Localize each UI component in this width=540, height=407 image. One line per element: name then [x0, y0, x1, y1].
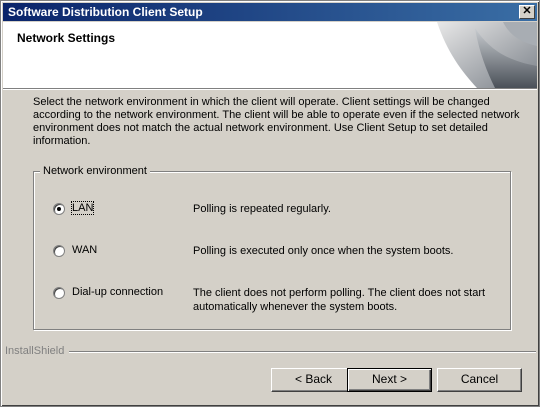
- cancel-button[interactable]: Cancel: [437, 368, 522, 392]
- option-label-lan[interactable]: LAN: [70, 201, 95, 215]
- close-icon: ✕: [522, 5, 532, 17]
- radio-selected-dot: [57, 207, 61, 211]
- radio-dialup[interactable]: [53, 287, 65, 299]
- option-description-dialup: The client does not perform polling. The…: [193, 287, 486, 313]
- setup-dialog: Software Distribution Client Setup ✕ Net…: [0, 0, 540, 407]
- installshield-brand: InstallShield: [5, 345, 65, 357]
- radio-lan[interactable]: [53, 203, 65, 215]
- radio-wan[interactable]: [53, 245, 65, 257]
- page-title: Network Settings: [17, 31, 116, 45]
- option-label-wan[interactable]: WAN: [72, 244, 97, 256]
- banner-divider: [3, 89, 537, 90]
- group-legend: Network environment: [40, 165, 150, 177]
- instruction-text: Select the network environment in which …: [33, 96, 520, 147]
- back-button[interactable]: < Back: [271, 368, 356, 392]
- header-banner: Network Settings: [3, 22, 537, 89]
- close-button[interactable]: ✕: [519, 5, 535, 19]
- window-title: Software Distribution Client Setup: [8, 5, 203, 19]
- footer-divider: [69, 351, 536, 353]
- option-description-lan: Polling is repeated regularly.: [193, 203, 331, 215]
- option-description-wan: Polling is executed only once when the s…: [193, 245, 454, 257]
- option-label-dialup[interactable]: Dial-up connection: [72, 286, 163, 298]
- banner-graphic-icon: [437, 22, 537, 88]
- next-button[interactable]: Next >: [347, 368, 432, 392]
- title-bar[interactable]: Software Distribution Client Setup ✕: [3, 3, 537, 21]
